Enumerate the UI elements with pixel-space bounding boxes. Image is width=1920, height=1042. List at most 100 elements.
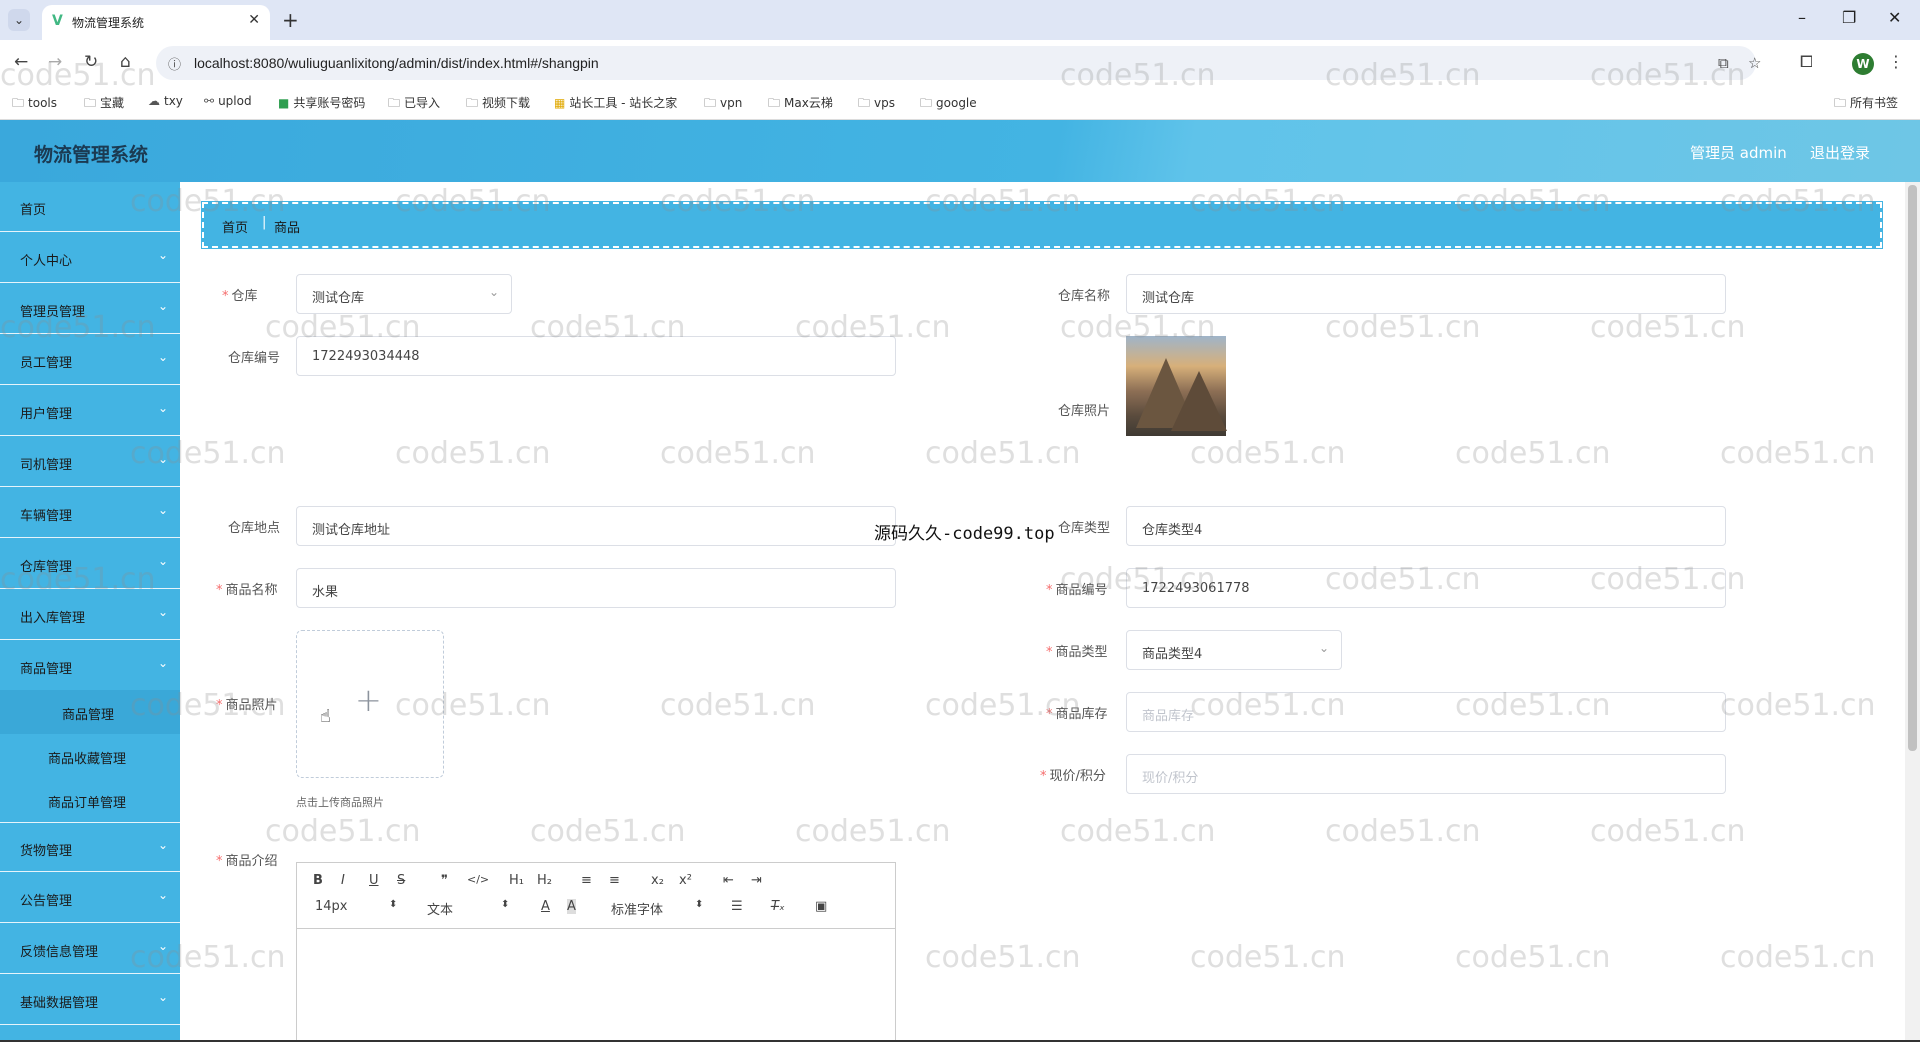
browser-menu-icon[interactable]: ⋮ — [1888, 52, 1904, 71]
sidebar-item-staff[interactable]: 员工管理 ⌄ — [0, 335, 180, 385]
breadcrumb-home[interactable]: 首页 — [222, 217, 248, 236]
header2-icon[interactable]: H₂ — [537, 873, 552, 888]
sidebar-item-label: 出入库管理 — [20, 611, 86, 626]
minimize-icon[interactable]: – — [1798, 8, 1806, 27]
bookmark-item[interactable]: ▦ 站长工具 - 站长之家 — [554, 94, 677, 111]
extensions-icon[interactable]: ⧠ — [1800, 52, 1813, 72]
underline-icon[interactable]: U — [369, 873, 379, 888]
browser-tab[interactable]: V 物流管理系统 ✕ — [42, 5, 270, 40]
goods-photo-uploader[interactable]: + — [296, 630, 444, 778]
home-icon[interactable]: ⌂ — [120, 52, 131, 72]
chart-icon: ▦ — [554, 96, 566, 110]
back-icon[interactable]: ← — [14, 52, 28, 72]
bookmark-star-icon[interactable]: ☆ — [1748, 54, 1761, 72]
profile-avatar[interactable]: W — [1852, 53, 1874, 75]
browser-tab-bar: ⌄ V 物流管理系统 ✕ + – ❐ ✕ — [0, 0, 1920, 40]
sidebar-subitem-goods-orders[interactable]: 商品订单管理 — [0, 778, 180, 822]
bookmark-item[interactable]: 🗀 视频下载 — [466, 94, 530, 115]
bookmark-item[interactable]: 🗀 vpn — [704, 94, 742, 115]
sidebar-item-warehouse[interactable]: 仓库管理 ⌄ — [0, 539, 180, 589]
warehouse-id-field[interactable]: 1722493034448 — [296, 336, 896, 376]
sidebar-item-label: 商品管理 — [20, 662, 73, 677]
sidebar-item-notices[interactable]: 公告管理 ⌄ — [0, 873, 180, 923]
blockquote-icon[interactable]: ❞ — [441, 873, 448, 888]
sidebar-item-inout[interactable]: 出入库管理 ⌄ — [0, 590, 180, 640]
sidebar-item-drivers[interactable]: 司机管理 ⌄ — [0, 437, 180, 487]
text-style-select[interactable]: 文本 — [427, 899, 453, 918]
font-color-icon[interactable]: A — [541, 899, 550, 914]
bookmark-item[interactable]: 🗀 google — [920, 94, 977, 115]
bold-icon[interactable]: B — [313, 873, 323, 888]
scrollbar-thumb[interactable] — [1908, 185, 1917, 751]
tab-close-icon[interactable]: ✕ — [248, 12, 260, 28]
sidebar-item-cargo[interactable]: 货物管理 ⌄ — [0, 822, 180, 872]
install-app-icon[interactable]: ⧉ — [1718, 54, 1729, 72]
font-size-select[interactable]: 14px — [315, 899, 348, 914]
sidebar-item-users[interactable]: 用户管理 ⌄ — [0, 386, 180, 436]
bookmark-item[interactable]: 🗀 已导入 — [388, 94, 440, 115]
bookmark-item[interactable]: 🗀 vps — [858, 94, 895, 115]
outdent-icon[interactable]: ⇤ — [723, 873, 734, 888]
goods-stock-label: * 商品库存 — [1046, 707, 1108, 722]
reload-icon[interactable]: ↻ — [84, 52, 98, 72]
bookmark-item[interactable]: 🗀 宝藏 — [84, 94, 124, 115]
indent-icon[interactable]: ⇥ — [751, 873, 762, 888]
warehouse-type-field[interactable]: 仓库类型4 — [1126, 506, 1726, 546]
italic-icon[interactable]: I — [341, 873, 345, 888]
site-info-icon[interactable]: ⓘ — [168, 54, 181, 73]
bookmark-item[interactable]: ☁ txy — [148, 94, 183, 108]
window-close-icon[interactable]: ✕ — [1888, 8, 1901, 27]
warehouse-id-label: 仓库编号 — [228, 351, 281, 366]
main-content: 首页 | 商品 * 仓库 测试仓库 ⌄ 仓库名称 测试仓库 仓库编号 172249… — [180, 182, 1905, 1042]
sidebar-subitem-goods[interactable]: 商品管理 — [0, 690, 180, 734]
folder-icon: 🗀 — [466, 96, 479, 110]
sidebar-item-goods[interactable]: 商品管理 ⌄ — [0, 641, 180, 691]
logout-link[interactable]: 退出登录 — [1810, 142, 1870, 163]
align-icon[interactable]: ☰ — [731, 899, 743, 914]
header1-icon[interactable]: H₁ — [509, 873, 524, 888]
goods-price-field[interactable]: 现价/积分 — [1126, 754, 1726, 794]
sidebar-subitem-goods-favorites[interactable]: 商品收藏管理 — [0, 734, 180, 778]
warehouse-select[interactable]: 测试仓库 ⌄ — [296, 274, 512, 314]
background-color-icon[interactable]: A — [567, 899, 576, 914]
vue-favicon-icon: V — [52, 13, 63, 29]
forward-icon[interactable]: → — [48, 52, 62, 72]
upload-tip: 点击上传商品照片 — [296, 796, 384, 809]
bookmark-item[interactable]: ■ 共享账号密码 — [278, 94, 365, 111]
goods-type-select[interactable]: 商品类型4 ⌄ — [1126, 630, 1342, 670]
sidebar-item-vehicles[interactable]: 车辆管理 ⌄ — [0, 488, 180, 538]
url-field[interactable]: ⓘ localhost:8080/wuliuguanlixitong/admin… — [156, 46, 1761, 80]
sidebar-item-label: 仓库管理 — [20, 560, 73, 575]
sidebar-item-label: 管理员管理 — [20, 305, 86, 320]
clear-format-icon[interactable]: T̶ₓ — [771, 899, 785, 914]
bookmarks-bar: 🗀 tools 🗀 宝藏 ☁ txy ⚯ uplod ■ 共享账号密码 🗀 已导入 🗀 视频下… — [0, 86, 1920, 120]
sidebar-item-personal-center[interactable]: 个人中心 ⌄ — [0, 233, 180, 283]
goods-name-field[interactable]: 水果 — [296, 568, 896, 608]
chevron-down-icon: ⌄ — [157, 452, 168, 466]
tab-list-button[interactable]: ⌄ — [8, 9, 30, 31]
code-block-icon[interactable]: </> — [467, 873, 489, 886]
font-family-select[interactable]: 标准字体 — [611, 899, 663, 918]
sidebar-item-feedback[interactable]: 反馈信息管理 ⌄ — [0, 924, 180, 974]
folder-icon: 🗀 — [704, 96, 717, 110]
ordered-list-icon[interactable]: ≡ — [581, 873, 592, 888]
strike-icon[interactable]: S — [397, 873, 405, 888]
sidebar-item-admin[interactable]: 管理员管理 ⌄ — [0, 284, 180, 334]
goods-stock-field[interactable]: 商品库存 — [1126, 692, 1726, 732]
rich-text-editor[interactable]: B I U S ❞ </> H₁ H₂ ≡ ≡ x₂ x² ⇤ ⇥ 14px ⬍… — [296, 862, 896, 1042]
warehouse-name-field[interactable]: 测试仓库 — [1126, 274, 1726, 314]
new-tab-icon[interactable]: + — [282, 8, 299, 32]
sidebar-item-basic-data[interactable]: 基础数据管理 ⌄ — [0, 975, 180, 1025]
bookmark-item[interactable]: 🗀 tools — [12, 94, 57, 115]
superscript-icon[interactable]: x² — [679, 873, 692, 888]
bookmark-item[interactable]: 🗀 Max云梯 — [768, 94, 833, 115]
sidebar-item-home[interactable]: 首页 — [0, 182, 180, 232]
goods-id-field[interactable]: 1722493061778 — [1126, 568, 1726, 608]
subscript-icon[interactable]: x₂ — [651, 873, 664, 888]
restore-icon[interactable]: ❐ — [1842, 8, 1856, 27]
image-icon[interactable]: ▣ — [815, 899, 827, 914]
bullet-list-icon[interactable]: ≡ — [609, 873, 620, 888]
all-bookmarks[interactable]: 🗀 所有书签 — [1834, 94, 1898, 115]
bookmark-item[interactable]: ⚯ uplod — [204, 94, 252, 108]
warehouse-address-field[interactable]: 测试仓库地址 — [296, 506, 896, 546]
